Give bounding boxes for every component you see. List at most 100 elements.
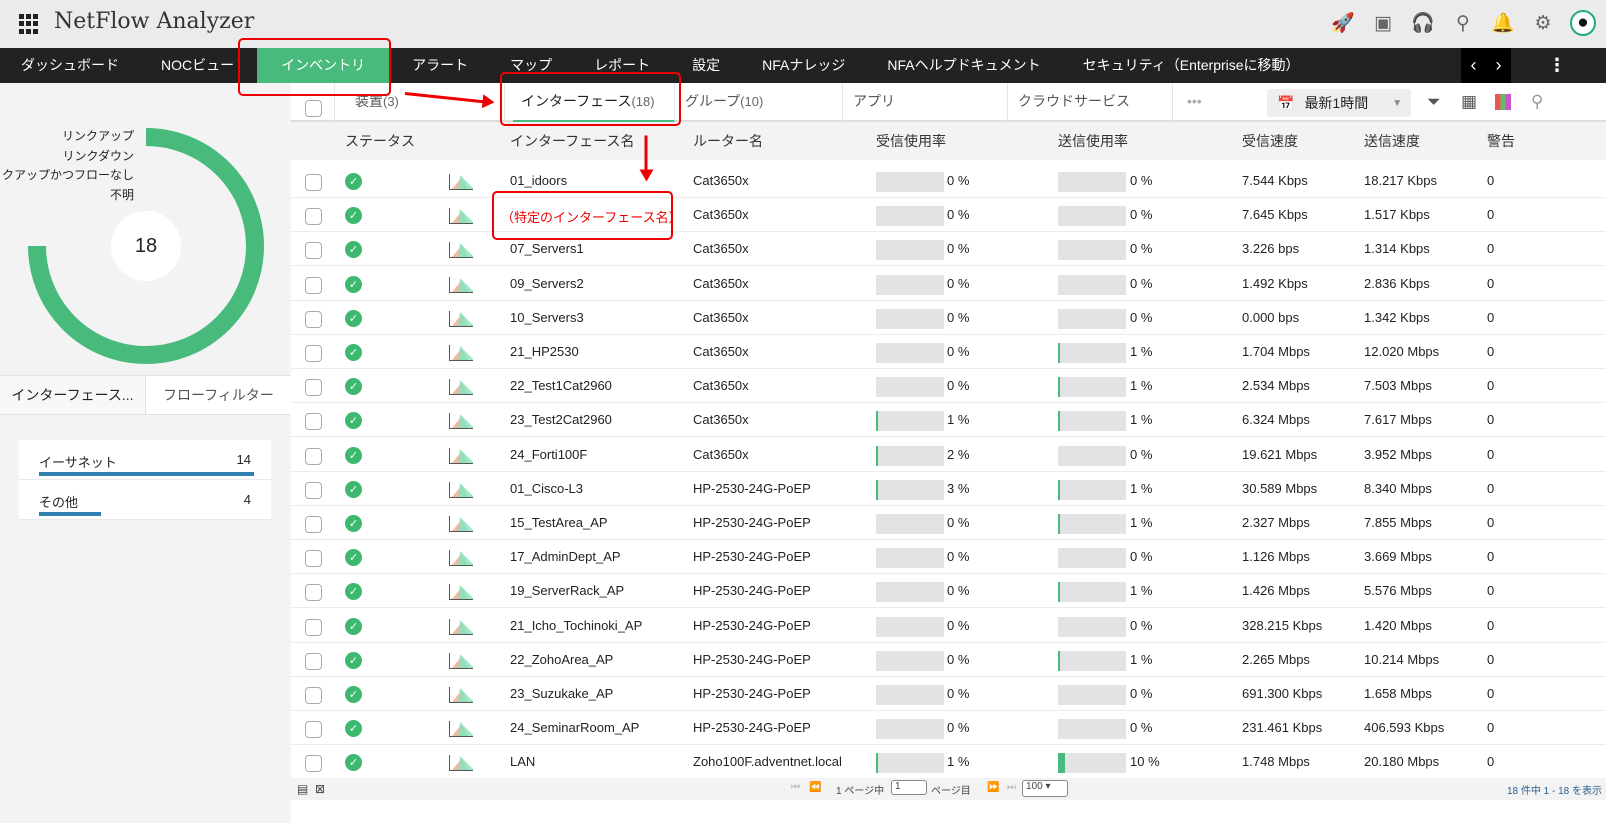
table-row[interactable]: ✓ 15_TestArea_AP HP-2530-24G-PoEP 0 % 1 … <box>291 506 1606 540</box>
app-grid-icon[interactable] <box>19 14 39 34</box>
table-row[interactable]: ✓ 07_Servers1 Cat3650x 0 % 0 % 3.226 bps… <box>291 232 1606 267</box>
interface-name[interactable]: 19_ServerRack_AP <box>510 583 624 598</box>
interface-name[interactable]: 15_TestArea_AP <box>510 515 608 530</box>
row-checkbox[interactable] <box>305 584 322 602</box>
row-checkbox[interactable] <box>305 174 322 191</box>
interface-name[interactable]: 22_Test1Cat2960 <box>510 378 612 393</box>
interface-name[interactable]: 23_Test2Cat2960 <box>510 412 612 427</box>
graph-icon[interactable] <box>449 276 473 293</box>
nav-item-3[interactable]: アラート <box>391 48 489 83</box>
search-icon[interactable]: ⚲ <box>1531 92 1543 112</box>
table-row[interactable]: ✓ 22_Test1Cat2960 Cat3650x 0 % 1 % 2.534… <box>291 369 1606 404</box>
graph-icon[interactable] <box>449 687 473 703</box>
bell-icon[interactable]: 🔔 <box>1490 10 1516 36</box>
row-checkbox[interactable] <box>305 242 322 260</box>
col-router-name[interactable]: ルーター名 <box>693 131 763 151</box>
row-checkbox[interactable] <box>305 447 322 465</box>
col-alerts[interactable]: 警告 <box>1487 131 1515 151</box>
select-all-checkbox[interactable] <box>305 100 322 117</box>
table-row[interactable]: ✓ 24_Forti100F Cat3650x 2 % 0 % 19.621 M… <box>291 438 1606 472</box>
row-checkbox[interactable] <box>305 618 322 636</box>
table-row[interactable]: ✓ 09_Servers2 Cat3650x 0 % 0 % 1.492 Kbp… <box>291 267 1606 301</box>
first-page-icon[interactable]: ⏮ <box>791 782 800 793</box>
row-checkbox[interactable] <box>305 721 322 739</box>
presentation-icon[interactable]: ▣ <box>1370 10 1396 36</box>
table-row[interactable]: ✓ 21_HP2530 Cat3650x 0 % 1 % 1.704 Mbps … <box>291 335 1606 369</box>
table-row[interactable]: ✓ （特定のインターフェース名） Cat3650x 0 % 0 % 7.645 … <box>291 198 1606 233</box>
rocket-icon[interactable]: 🚀 <box>1330 10 1356 36</box>
graph-icon[interactable] <box>449 584 473 601</box>
graph-icon[interactable] <box>449 208 473 225</box>
avatar[interactable]: ● <box>1570 10 1596 36</box>
graph-icon[interactable] <box>449 516 473 532</box>
interface-name[interactable]: 23_Suzukake_AP <box>510 686 613 701</box>
interface-name[interactable]: 09_Servers2 <box>510 276 584 291</box>
interface-name[interactable]: 24_SeminarRoom_AP <box>510 720 639 735</box>
row-checkbox[interactable] <box>305 310 322 328</box>
graph-icon[interactable] <box>449 755 473 772</box>
table-view-icon[interactable]: ▦ <box>1461 92 1477 112</box>
graph-icon[interactable] <box>449 550 473 567</box>
table-row[interactable]: ✓ 10_Servers3 Cat3650x 0 % 0 % 0.000 bps… <box>291 301 1606 335</box>
col-status[interactable]: ステータス <box>345 131 415 151</box>
row-checkbox[interactable] <box>305 550 322 568</box>
table-row[interactable]: ✓ 23_Suzukake_AP HP-2530-24G-PoEP 0 % 0 … <box>291 677 1606 711</box>
interface-name[interactable]: 22_ZohoArea_AP <box>510 652 613 667</box>
next-page-icon[interactable]: ⏩ <box>987 782 999 793</box>
graph-icon[interactable] <box>449 481 473 498</box>
interface-name[interactable]: 17_AdminDept_AP <box>510 549 621 564</box>
graph-icon[interactable] <box>449 413 473 430</box>
col-rx-speed[interactable]: 受信速度 <box>1242 131 1298 151</box>
table-row[interactable]: ✓ 19_ServerRack_AP HP-2530-24G-PoEP 0 % … <box>291 574 1606 609</box>
tab-cloud-services[interactable]: クラウドサービス <box>1008 83 1173 122</box>
row-checkbox[interactable] <box>305 755 322 773</box>
interface-name[interactable]: 01_Cisco-L3 <box>510 481 583 496</box>
graph-icon[interactable] <box>449 345 473 361</box>
headset-icon[interactable]: 🎧 <box>1410 10 1436 36</box>
graph-icon[interactable] <box>449 652 473 669</box>
more-menu-icon[interactable]: ⋮ <box>1548 55 1566 76</box>
table-row[interactable]: ✓ 23_Test2Cat2960 Cat3650x 1 % 1 % 6.324… <box>291 403 1606 438</box>
nav-item-8[interactable]: NFAヘルプドキュメント <box>866 48 1061 83</box>
nav-prev-icon[interactable]: ‹ <box>1471 55 1477 76</box>
nav-item-0[interactable]: ダッシュボード <box>0 48 140 83</box>
per-page-select[interactable]: 100 ▾ <box>1022 780 1068 797</box>
row-checkbox[interactable] <box>305 413 322 431</box>
graph-icon[interactable] <box>449 447 473 464</box>
graph-icon[interactable] <box>449 379 473 396</box>
row-checkbox[interactable] <box>305 687 322 704</box>
category-ethernet[interactable]: イーサネット 14 <box>19 440 271 480</box>
page-input[interactable]: 1 <box>891 780 927 795</box>
col-rx-util[interactable]: 受信使用率 <box>876 131 946 151</box>
tab-groups[interactable]: グループ(10) <box>675 83 843 122</box>
col-interface-name[interactable]: インターフェース名 <box>510 131 634 151</box>
table-row[interactable]: ✓ 21_Icho_Tochinoki_AP HP-2530-24G-PoEP … <box>291 609 1606 643</box>
tab-flow-filter[interactable]: フローフィルター <box>146 376 291 414</box>
interface-name[interactable]: LAN <box>510 754 535 769</box>
row-checkbox[interactable] <box>305 276 322 294</box>
category-other[interactable]: その他 4 <box>19 480 271 520</box>
export-csv-icon[interactable]: ▤ <box>297 782 308 796</box>
table-row[interactable]: ✓ LAN Zoho100F.adventnet.local 1 % 10 % … <box>291 745 1606 780</box>
export-excel-icon[interactable]: ⊠ <box>315 782 325 796</box>
interface-name[interactable]: 10_Servers3 <box>510 310 584 325</box>
graph-icon[interactable] <box>449 721 473 738</box>
graph-icon[interactable] <box>449 618 473 635</box>
row-checkbox[interactable] <box>305 345 322 362</box>
prev-page-icon[interactable]: ⏪ <box>809 782 821 793</box>
table-row[interactable]: ✓ 24_SeminarRoom_AP HP-2530-24G-PoEP 0 %… <box>291 711 1606 746</box>
table-row[interactable]: ✓ 01_idoors Cat3650x 0 % 0 % 7.544 Kbps … <box>291 164 1606 198</box>
row-checkbox[interactable] <box>305 208 322 226</box>
interface-name[interactable]: 21_HP2530 <box>510 344 579 359</box>
nav-item-6[interactable]: 設定 <box>671 48 741 83</box>
col-tx-util[interactable]: 送信使用率 <box>1058 131 1128 151</box>
heatmap-view-icon[interactable] <box>1495 94 1511 110</box>
nav-item-7[interactable]: NFAナレッジ <box>741 48 866 83</box>
row-checkbox[interactable] <box>305 379 322 397</box>
search-icon[interactable]: ⚲ <box>1450 10 1476 36</box>
table-row[interactable]: ✓ 22_ZohoArea_AP HP-2530-24G-PoEP 0 % 1 … <box>291 643 1606 677</box>
filter-icon[interactable]: ⏷ <box>1427 92 1441 112</box>
time-range-select[interactable]: 📅 最新1時間 ▼ <box>1267 89 1411 117</box>
interface-name[interactable]: 24_Forti100F <box>510 447 587 462</box>
nav-item-9[interactable]: セキュリティ（Enterpriseに移動） <box>1062 48 1321 83</box>
